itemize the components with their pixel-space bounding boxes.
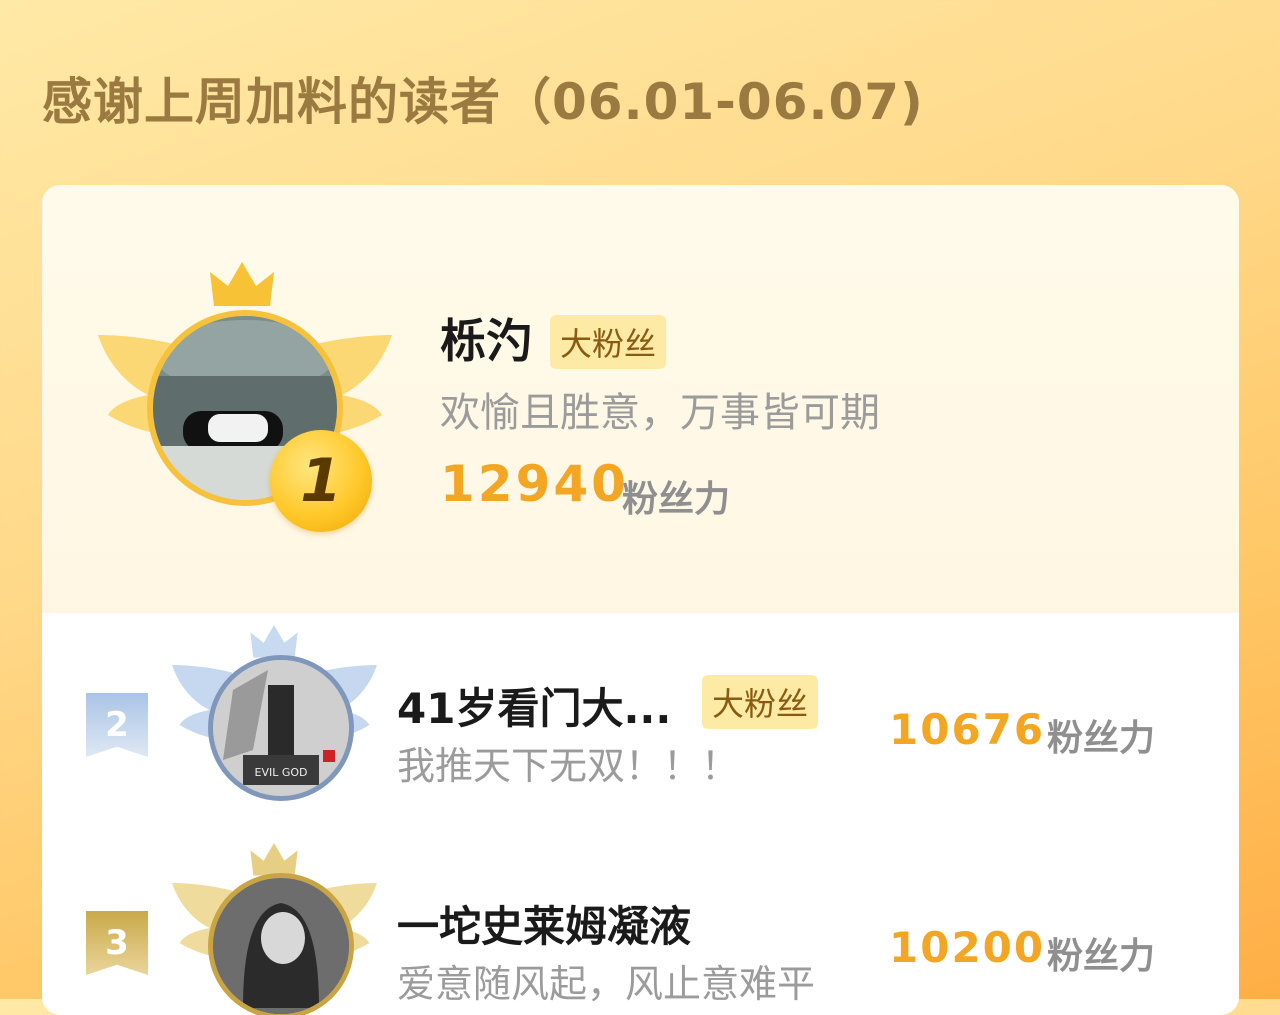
reader-score-unit: 粉丝力 [1047, 936, 1156, 977]
reader-motto: 爱意随风起，风止意难平 [397, 962, 816, 1006]
avatar-photo [213, 878, 349, 1014]
avatar-photo: EVIL GOD [213, 660, 349, 796]
avatar-caption: EVIL GOD [255, 766, 308, 779]
top-reader-card[interactable]: 1 栎汋 大粉丝 欢愉且胜意，万事皆可期 12940 粉丝力 [42, 185, 1239, 613]
reader-name[interactable]: 41岁看门大... [397, 675, 671, 736]
top-reader-score: 12940 [440, 455, 629, 513]
top-reader-name[interactable]: 栎汋 [440, 305, 532, 371]
reader-row[interactable]: 2 EVIL GOD 41岁看门大... 大粉丝 我推天下无双！！！ 10676… [42, 625, 1239, 835]
crown-icon [250, 843, 298, 876]
reader-score: 10200 [889, 923, 1046, 972]
reader-row[interactable]: 3 一坨史莱姆凝液 爱意随风起，风止意难平 10200 粉丝力 [42, 843, 1239, 1015]
reader-avatar[interactable]: EVIL GOD [208, 655, 354, 801]
rank-flag: 3 [86, 911, 148, 975]
fan-badge: 大粉丝 [702, 675, 819, 729]
rank-flag: 2 [86, 693, 148, 757]
fan-badge: 大粉丝 [550, 315, 667, 369]
reader-score: 10676 [889, 705, 1046, 754]
reader-name[interactable]: 一坨史莱姆凝液 [397, 893, 691, 954]
top-reader-score-unit: 粉丝力 [622, 479, 731, 520]
ranking-panel: 1 栎汋 大粉丝 欢愉且胜意，万事皆可期 12940 粉丝力 2 EVIL GO… [42, 185, 1239, 1015]
reader-motto: 我推天下无双！！！ [397, 744, 740, 788]
reader-avatar[interactable] [208, 873, 354, 1015]
top-reader-motto: 欢愉且胜意，万事皆可期 [440, 390, 880, 436]
crown-icon [210, 262, 274, 306]
rank-1-medal: 1 [270, 430, 372, 532]
crown-icon [250, 625, 298, 658]
reader-score-unit: 粉丝力 [1047, 718, 1156, 759]
page-title: 感谢上周加料的读者（06.01-06.07) [42, 73, 924, 131]
